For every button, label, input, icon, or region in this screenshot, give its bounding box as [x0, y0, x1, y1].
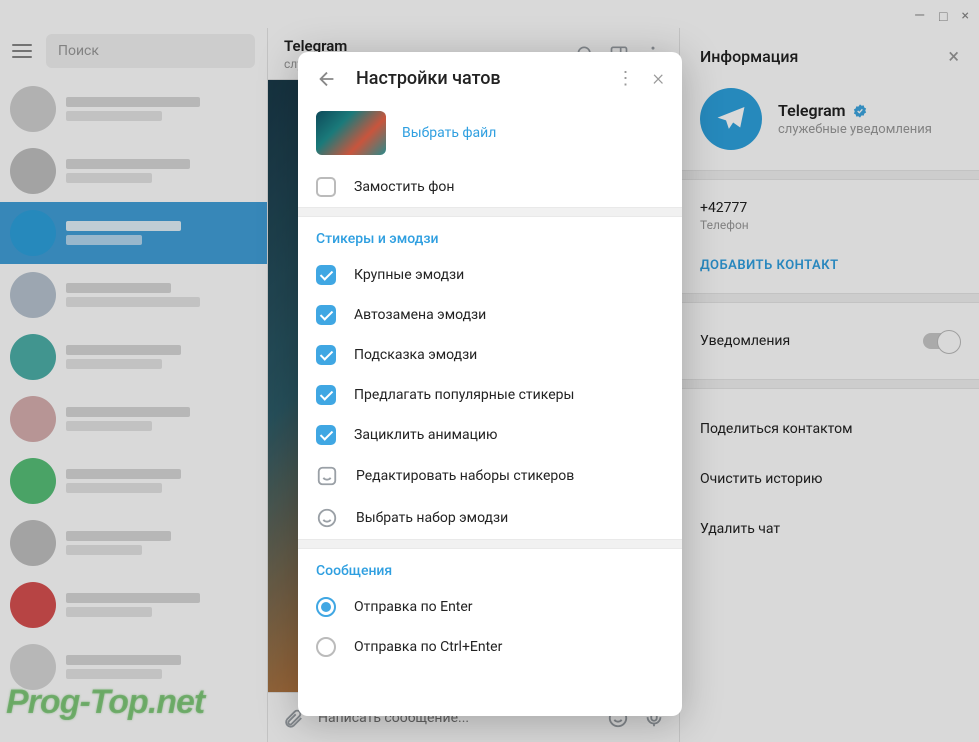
checkbox-icon — [316, 425, 336, 445]
edit-sticker-sets-button[interactable]: Редактировать наборы стикеров — [298, 455, 682, 497]
section-messages-title: Сообщения — [298, 549, 682, 587]
section-stickers-title: Стикеры и эмодзи — [298, 217, 682, 255]
suggest-emoji-option[interactable]: Подсказка эмодзи — [298, 335, 682, 375]
autoreplace-emoji-option[interactable]: Автозамена эмодзи — [298, 295, 682, 335]
chat-settings-dialog: Настройки чатов ⋮ × Выбрать файл Замости… — [298, 52, 682, 716]
option-label: Отправка по Enter — [354, 599, 473, 615]
dialog-close-icon[interactable]: × — [652, 66, 664, 91]
checkbox-icon — [316, 305, 336, 325]
select-file-link[interactable]: Выбрать файл — [402, 125, 496, 141]
checkbox-icon — [316, 177, 336, 197]
sticker-icon — [316, 465, 338, 487]
dialog-more-icon[interactable]: ⋮ — [616, 68, 634, 89]
checkbox-icon — [316, 345, 336, 365]
option-label: Выбрать набор эмодзи — [356, 510, 508, 526]
radio-icon — [316, 597, 336, 617]
send-ctrl-enter-option[interactable]: Отправка по Ctrl+Enter — [298, 627, 682, 667]
checkbox-icon — [316, 265, 336, 285]
option-label: Подсказка эмодзи — [354, 347, 477, 363]
option-label: Зациклить анимацию — [354, 427, 497, 443]
option-label: Автозамена эмодзи — [354, 307, 486, 323]
dialog-title: Настройки чатов — [356, 68, 598, 89]
option-label: Редактировать наборы стикеров — [356, 468, 574, 484]
option-label: Отправка по Ctrl+Enter — [354, 639, 502, 655]
big-emoji-option[interactable]: Крупные эмодзи — [298, 255, 682, 295]
loop-animation-option[interactable]: Зациклить анимацию — [298, 415, 682, 455]
popular-stickers-option[interactable]: Предлагать популярные стикеры — [298, 375, 682, 415]
background-thumbnail[interactable] — [316, 111, 386, 155]
choose-emoji-set-button[interactable]: Выбрать набор эмодзи — [298, 497, 682, 539]
radio-icon — [316, 637, 336, 657]
checkbox-icon — [316, 385, 336, 405]
back-icon[interactable] — [316, 68, 338, 90]
emoji-icon — [316, 507, 338, 529]
option-label: Предлагать популярные стикеры — [354, 387, 574, 403]
option-label: Замостить фон — [354, 179, 454, 195]
tile-background-option[interactable]: Замостить фон — [298, 167, 682, 207]
send-enter-option[interactable]: Отправка по Enter — [298, 587, 682, 627]
option-label: Крупные эмодзи — [354, 267, 464, 283]
